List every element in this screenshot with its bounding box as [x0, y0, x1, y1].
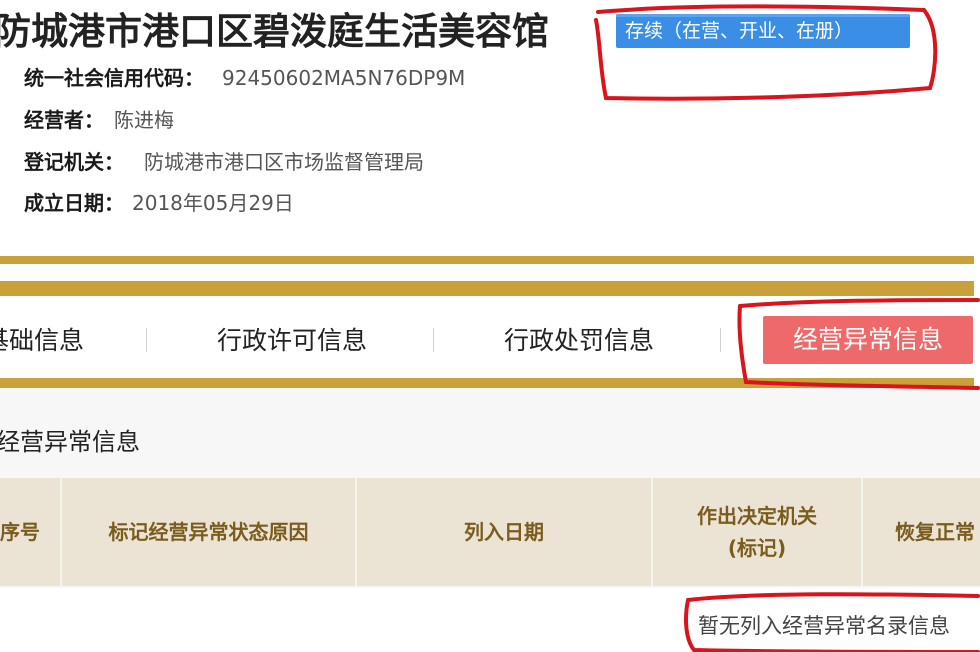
info-row-established-date: 成立日期： 2018年05月29日 — [24, 188, 294, 218]
info-row-registration-authority: 登记机关： 防城港市港口区市场监督管理局 — [24, 147, 424, 177]
tab-administrative-penalty[interactable]: 行政处罚信息 — [504, 318, 654, 364]
tab-administrative-license[interactable]: 行政许可信息 — [217, 318, 367, 364]
column-header-listed-date: 列入日期 — [464, 520, 544, 544]
operator-value: 陈进梅 — [114, 108, 174, 132]
established-date-value: 2018年05月29日 — [132, 191, 294, 215]
credit-code-label: 统一社会信用代码： — [24, 66, 204, 90]
registration-authority-label: 登记机关： — [24, 150, 124, 174]
section-title: 经营异常信息 — [0, 428, 140, 456]
gold-divider-tabs-bottom — [0, 378, 974, 388]
tab-separator — [433, 328, 434, 352]
column-header-restored: 恢复正常 — [895, 520, 975, 544]
column-header-decision-authority: 作出决定机关 (标记) — [697, 504, 817, 560]
info-row-credit-code: 统一社会信用代码： 92450602MA5N76DP9M — [24, 63, 465, 93]
registration-authority-value: 防城港市港口区市场监督管理局 — [144, 150, 424, 174]
gold-divider-top — [0, 256, 974, 264]
established-date-label: 成立日期： — [24, 191, 124, 215]
tab-abnormal-operation[interactable]: 经营异常信息 — [763, 316, 973, 364]
operator-label: 经营者： — [24, 108, 104, 132]
credit-code-value: 92450602MA5N76DP9M — [222, 66, 466, 90]
tab-separator — [146, 328, 147, 352]
gold-divider-tabs-top — [0, 281, 974, 296]
column-header-reason: 标记经营异常状态原因 — [108, 520, 309, 544]
tab-basic-info[interactable]: 基础信息 — [0, 318, 84, 364]
status-badge: 存续（在营、开业、在册） — [616, 14, 910, 48]
tab-separator — [720, 328, 721, 352]
column-header-index: 序号 — [0, 520, 40, 544]
info-row-operator: 经营者： 陈进梅 — [24, 105, 174, 135]
company-name: 防城港市港口区碧泼庭生活美容馆 — [0, 10, 549, 53]
empty-message: 暂无列入经营异常名录信息 — [698, 614, 950, 638]
